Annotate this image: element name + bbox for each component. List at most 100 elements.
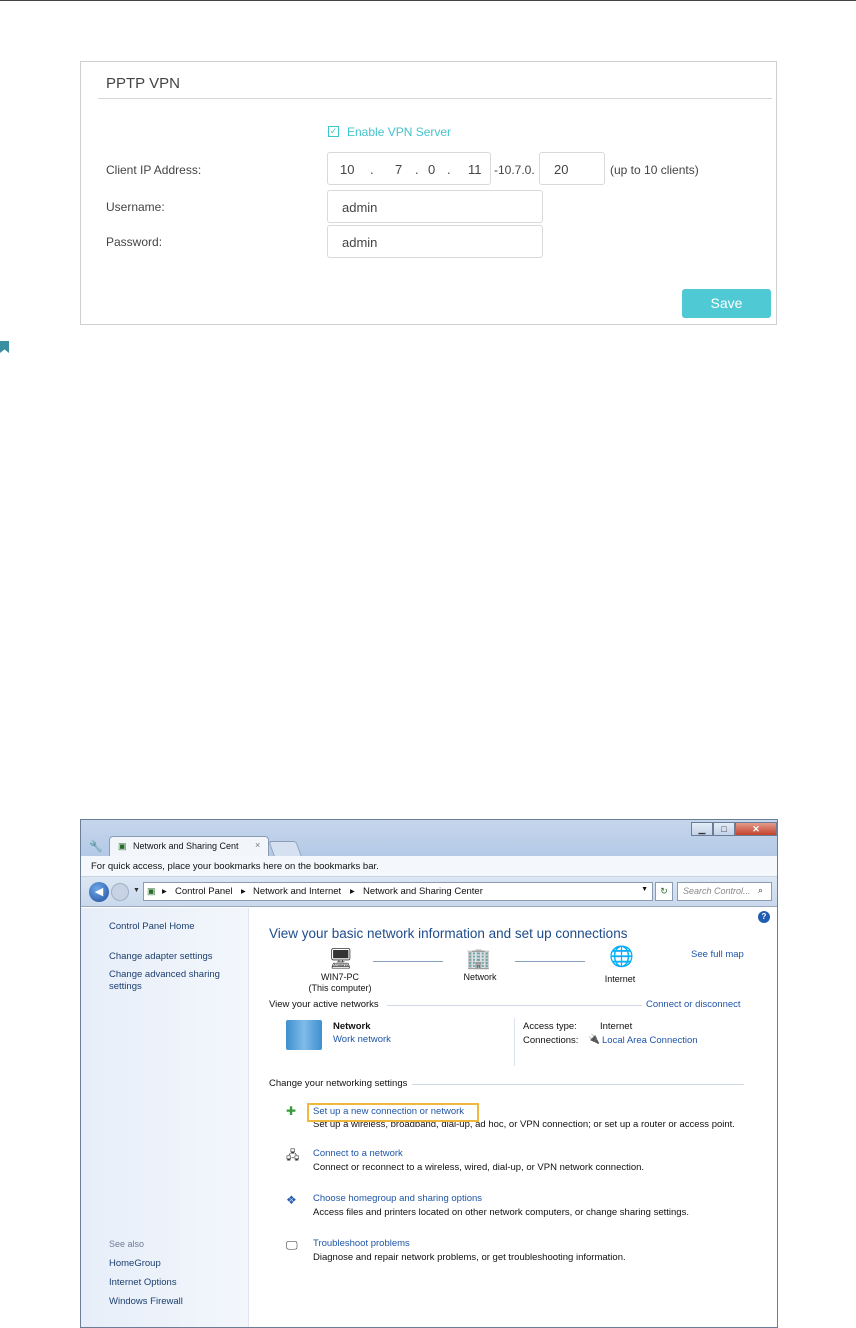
section-divider (412, 1084, 744, 1085)
main-content: ? View your basic network information an… (250, 908, 777, 1327)
chevron-down-icon[interactable]: ▼ (641, 886, 648, 893)
sidebar-item-advanced-sharing[interactable]: Change advanced sharing settings (109, 969, 229, 993)
sidebar-item-control-panel-home[interactable]: Control Panel Home (109, 921, 195, 933)
connections-label: Connections: (523, 1035, 579, 1046)
page-top-rule (0, 0, 856, 1)
wrench-icon[interactable]: 🔧 (89, 840, 103, 853)
control-panel-icon: ▣ (147, 886, 156, 896)
ip-octet-4: 11 (468, 162, 482, 177)
search-placeholder: Search Control... (683, 886, 751, 896)
breadcrumb-separator: ▸ (350, 886, 355, 897)
new-tab-button[interactable] (268, 841, 302, 856)
client-ip-start-input[interactable]: 10 . 7 . 0 . 11 (327, 152, 491, 185)
network-name: Network (333, 1021, 371, 1032)
task-description: Diagnose and repair network problems, or… (313, 1252, 626, 1263)
client-ip-end-input[interactable]: 20 (539, 152, 605, 185)
sidebar-item-homegroup[interactable]: HomeGroup (109, 1258, 161, 1270)
troubleshoot-link[interactable]: Troubleshoot problems (313, 1238, 410, 1249)
connect-disconnect-link[interactable]: Connect or disconnect (646, 999, 741, 1010)
network-icon: ▣ (118, 841, 127, 851)
ip-dot: . (415, 162, 419, 177)
computer-name: WIN7-PC (321, 972, 359, 982)
ip-dot: . (370, 162, 374, 177)
access-type-label: Access type: (523, 1021, 577, 1032)
sidebar-item-windows-firewall[interactable]: Windows Firewall (109, 1296, 183, 1308)
connect-to-network-link[interactable]: Connect to a network (313, 1148, 403, 1159)
sidebar-item-internet-options[interactable]: Internet Options (109, 1277, 177, 1289)
breadcrumb-separator: ▸ (241, 886, 246, 897)
breadcrumb-control-panel[interactable]: Control Panel (175, 886, 233, 897)
tab-network-sharing-center[interactable]: ▣ Network and Sharing Cent × (109, 836, 269, 856)
change-settings-heading: Change your networking settings (269, 1078, 408, 1089)
bookmarks-bar: For quick access, place your bookmarks h… (81, 856, 777, 877)
bookmark-icon (0, 341, 9, 353)
minimize-button[interactable]: ▁ (691, 822, 713, 836)
ip-octet-2: 7 (395, 162, 403, 177)
password-input[interactable]: admin (327, 225, 543, 258)
history-dropdown-icon[interactable]: ▼ (133, 887, 140, 894)
connection-line (515, 961, 585, 962)
address-bar: ◀ ▼ ▣ ▸ Control Panel ▸ Network and Inte… (81, 877, 777, 907)
password-label: Password: (106, 235, 163, 249)
search-icon[interactable]: ⌕ (758, 885, 763, 896)
close-tab-icon[interactable]: × (255, 840, 260, 850)
local-area-connection-link[interactable]: Local Area Connection (602, 1035, 698, 1046)
breadcrumb-separator: ▸ (162, 886, 167, 897)
enable-vpn-label[interactable]: Enable VPN Server (347, 125, 451, 139)
forward-button[interactable] (111, 883, 129, 901)
network-icon: 🏢 (466, 948, 491, 970)
computer-icon: 🖥 (328, 948, 354, 970)
network-building-icon (286, 1020, 322, 1050)
vertical-divider (514, 1018, 515, 1066)
client-ip-label: Client IP Address: (106, 163, 202, 177)
globe-icon: 🌐 (609, 946, 634, 968)
help-icon[interactable]: ? (758, 911, 770, 923)
pptp-vpn-panel: PPTP VPN ✓ Enable VPN Server Client IP A… (80, 61, 777, 325)
troubleshoot-icon: 🖵 (286, 1238, 298, 1252)
maximize-button[interactable]: □ (713, 822, 735, 836)
window-controls: ▁ □ ✕ (691, 822, 777, 836)
bookmarks-hint: For quick access, place your bookmarks h… (91, 861, 379, 872)
tab-title: Network and Sharing Cent (133, 841, 239, 851)
enable-vpn-checkbox[interactable]: ✓ (328, 126, 339, 137)
ip-dot: . (447, 162, 451, 177)
password-value: admin (342, 235, 378, 250)
network-type-link[interactable]: Work network (333, 1034, 391, 1045)
sidebar: Control Panel Home Change adapter settin… (81, 908, 249, 1327)
ip-octet-3: 0 (428, 162, 436, 177)
task-description: Connect or reconnect to a wireless, wire… (313, 1162, 645, 1173)
username-input[interactable]: admin (327, 190, 543, 223)
section-divider (387, 1005, 642, 1006)
close-window-button[interactable]: ✕ (735, 822, 777, 836)
browser-window: 🔧 ▣ Network and Sharing Cent × ▁ □ ✕ For… (80, 819, 778, 1328)
ethernet-icon: 🔌 (588, 1034, 600, 1045)
ip-octet-1: 10 (340, 162, 355, 177)
connection-line (373, 961, 443, 962)
save-button[interactable]: Save (682, 289, 771, 318)
breadcrumb[interactable]: ▣ ▸ Control Panel ▸ Network and Internet… (143, 882, 653, 901)
panel-title: PPTP VPN (106, 75, 180, 92)
access-type-value: Internet (600, 1021, 633, 1032)
back-button[interactable]: ◀ (89, 882, 109, 902)
search-input[interactable]: Search Control... ⌕ (677, 882, 772, 901)
network-node-label: Network (463, 972, 497, 982)
active-networks-heading: View your active networks (269, 999, 379, 1010)
title-bar: 🔧 ▣ Network and Sharing Cent × ▁ □ ✕ (81, 820, 777, 856)
ip-range-prefix: -10.7.0. (494, 163, 535, 177)
sidebar-item-adapter-settings[interactable]: Change adapter settings (109, 951, 213, 963)
internet-node-label: Internet (604, 974, 636, 984)
see-also-heading: See also (109, 1239, 145, 1249)
homegroup-sharing-link[interactable]: Choose homegroup and sharing options (313, 1193, 482, 1204)
see-full-map-link[interactable]: See full map (691, 949, 744, 960)
computer-subtitle: (This computer) (308, 983, 372, 993)
new-connection-icon: ✚ (286, 1104, 297, 1118)
breadcrumb-sharing-center[interactable]: Network and Sharing Center (363, 886, 483, 897)
computer-node-label: WIN7-PC (This computer) (300, 972, 380, 994)
refresh-icon[interactable]: ↻ (655, 882, 673, 901)
homegroup-icon: ❖ (286, 1193, 297, 1207)
highlight-box (307, 1103, 479, 1122)
title-divider (98, 98, 772, 99)
ip-end-value: 20 (554, 162, 569, 177)
page-title: View your basic network information and … (269, 926, 628, 941)
breadcrumb-network-internet[interactable]: Network and Internet (253, 886, 341, 897)
